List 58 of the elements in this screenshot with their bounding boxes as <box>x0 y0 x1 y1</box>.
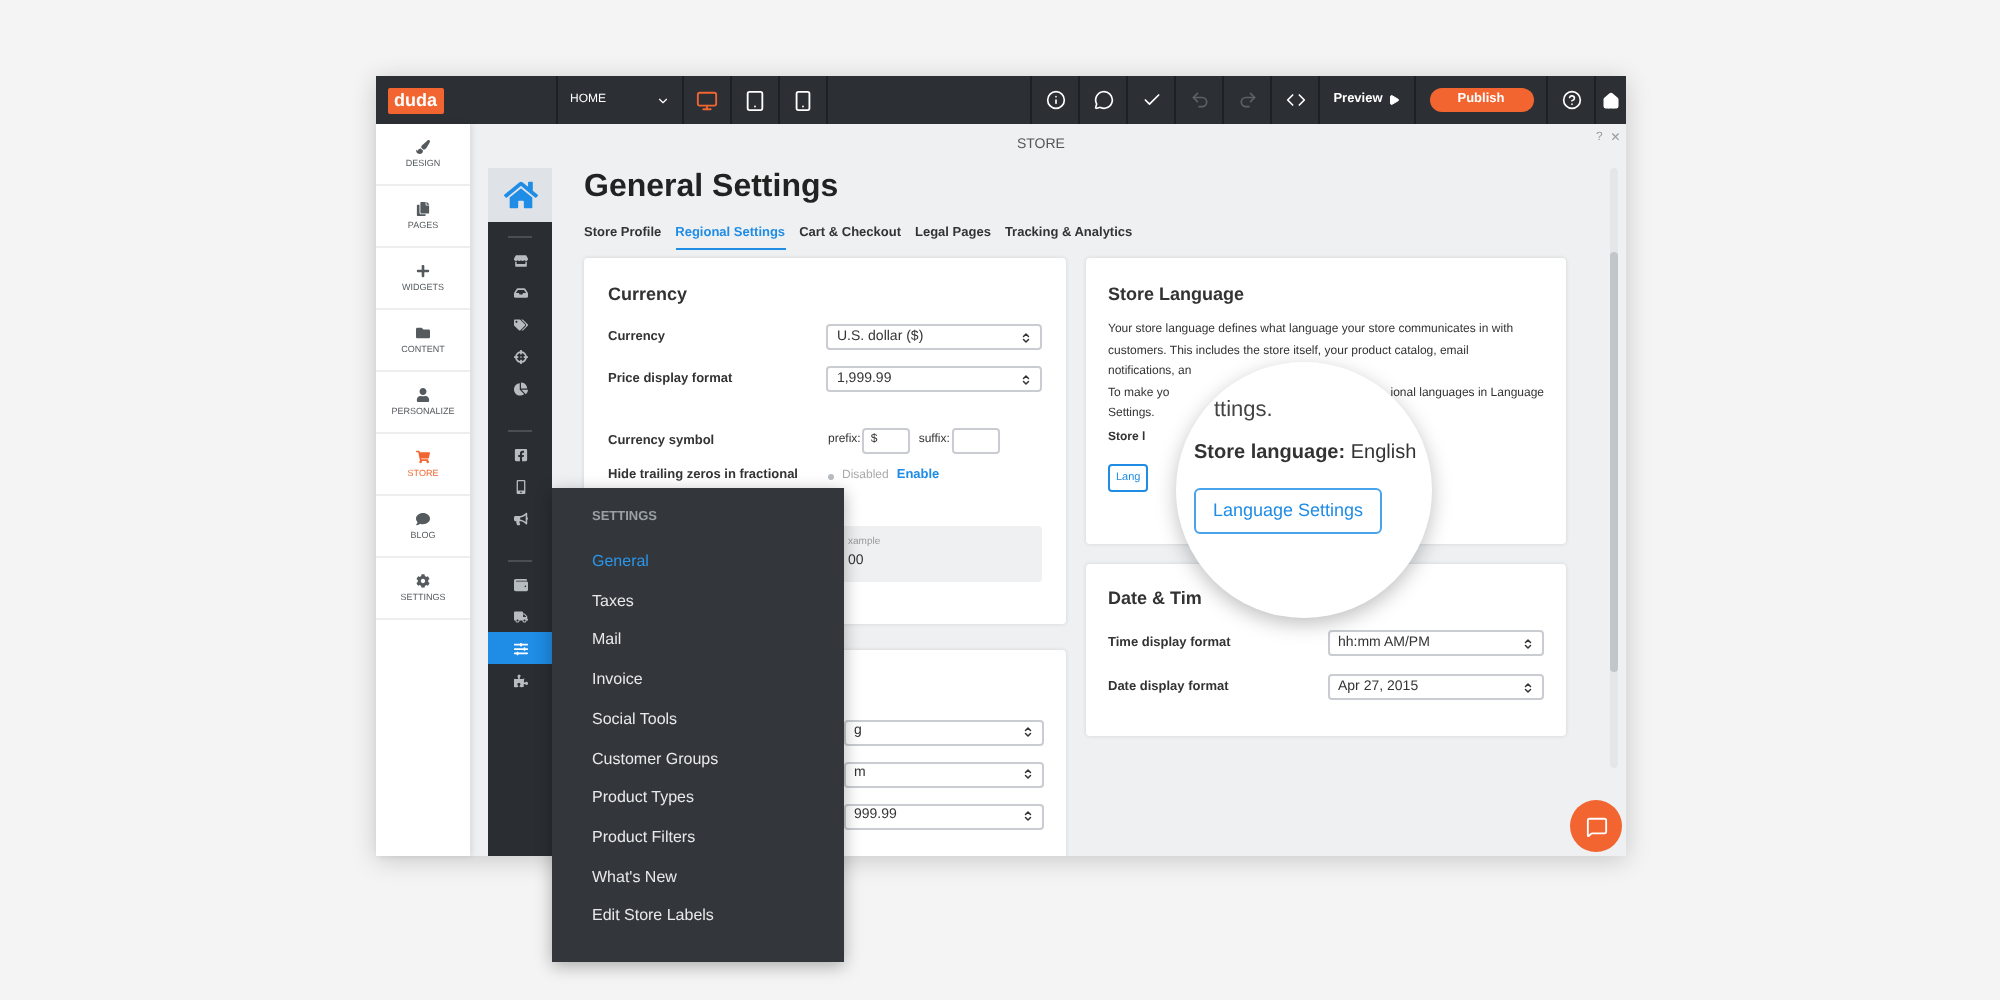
updown-icon <box>1522 637 1534 650</box>
pie-chart-icon <box>513 381 527 395</box>
folder-icon <box>416 325 430 340</box>
sliders-icon <box>513 641 527 655</box>
play-icon <box>1388 94 1401 106</box>
scrollbar-thumb[interactable] <box>1610 252 1618 672</box>
updown-icon <box>1020 331 1032 344</box>
truck-icon <box>513 609 527 623</box>
card-title: Date & Tim <box>1108 585 1202 612</box>
menu-item[interactable]: Taxes <box>592 581 634 621</box>
tablet-icon <box>744 89 766 111</box>
suffix-field[interactable] <box>951 428 1000 455</box>
pages-icon <box>416 201 430 216</box>
home-icon <box>1602 91 1620 109</box>
menu-item[interactable]: Mail <box>592 620 622 661</box>
menu-item[interactable]: Product Filters <box>592 817 696 858</box>
card-title: Store Language <box>1108 281 1247 308</box>
updown-icon <box>1022 810 1034 823</box>
menu-item[interactable]: Edit Store Labels <box>592 896 714 937</box>
menu-item[interactable]: What's New <box>592 857 677 897</box>
menu-item[interactable]: Product Types <box>592 778 694 818</box>
menu-item[interactable]: Social Tools <box>592 699 678 740</box>
facebook-icon <box>513 447 527 461</box>
monitor-icon <box>696 89 718 111</box>
menu-item[interactable]: Invoice <box>592 660 643 700</box>
page-title: General Settings <box>584 168 841 208</box>
home-tile[interactable] <box>488 168 552 222</box>
updown-icon <box>1020 373 1032 386</box>
caret-icon <box>656 93 670 107</box>
user-icon <box>416 387 430 402</box>
puzzle-icon <box>513 673 527 687</box>
phone-icon <box>513 479 527 493</box>
crosshair-icon <box>513 349 527 363</box>
store-language-setting: Store language: English <box>1194 440 1417 468</box>
language-settings-button[interactable]: Language Settings <box>1194 488 1382 534</box>
house-icon <box>503 178 537 212</box>
chat-button[interactable] <box>1570 800 1622 852</box>
speech-bubble-icon <box>416 511 430 526</box>
description-fragment: ttings. <box>1212 398 1273 422</box>
wallet-icon <box>513 577 527 591</box>
plus-icon <box>416 263 430 278</box>
card-title: Currency <box>608 281 690 308</box>
brush-icon <box>416 139 430 154</box>
tags-icon <box>513 317 527 331</box>
inbox-icon <box>513 285 527 299</box>
settings-icon <box>416 573 430 588</box>
help-icon <box>1561 90 1581 110</box>
menu-item[interactable]: Customer Groups <box>592 739 719 779</box>
chat-icon <box>1585 815 1607 837</box>
updown-icon <box>1522 681 1534 694</box>
store-nav-item[interactable] <box>488 632 552 664</box>
updown-icon <box>1022 768 1034 781</box>
megaphone-icon <box>513 511 527 525</box>
updown-icon <box>1022 726 1034 739</box>
storefront-icon <box>513 253 527 267</box>
menu-item[interactable]: General <box>592 542 649 582</box>
cart-icon <box>416 449 430 464</box>
phone-icon <box>792 89 814 111</box>
